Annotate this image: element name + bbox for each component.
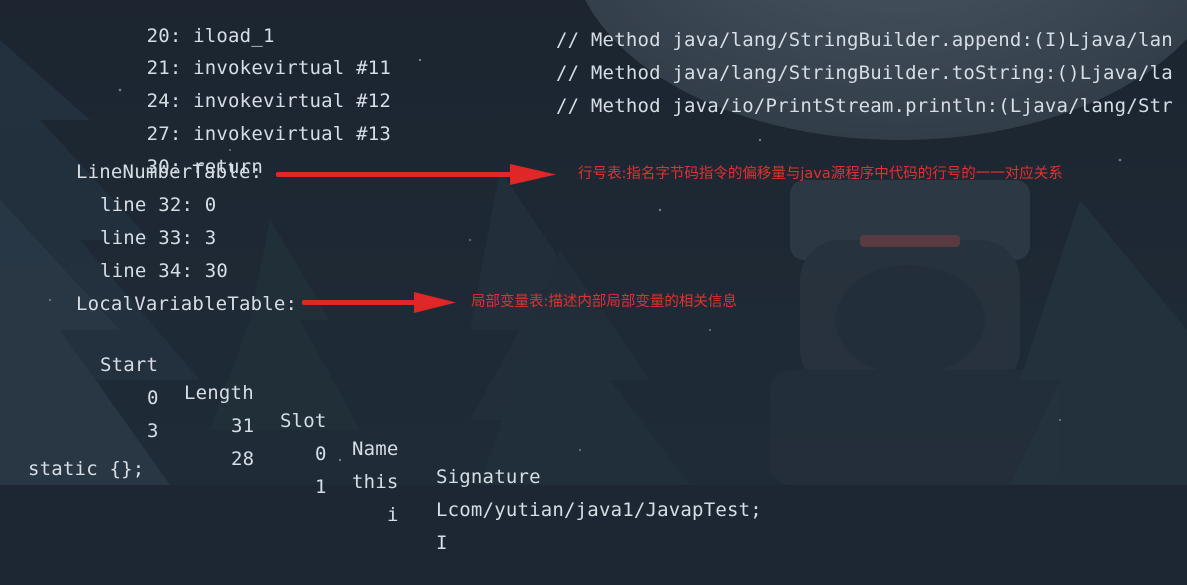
cell-name: i bbox=[387, 504, 399, 526]
annotation-arrows bbox=[276, 164, 556, 313]
arrow-icon bbox=[302, 292, 456, 313]
cell-signature: Lcom/yutian/java1/JavapTest; bbox=[436, 499, 762, 521]
cell-signature: I bbox=[436, 532, 448, 554]
arrow-icon bbox=[276, 164, 556, 185]
